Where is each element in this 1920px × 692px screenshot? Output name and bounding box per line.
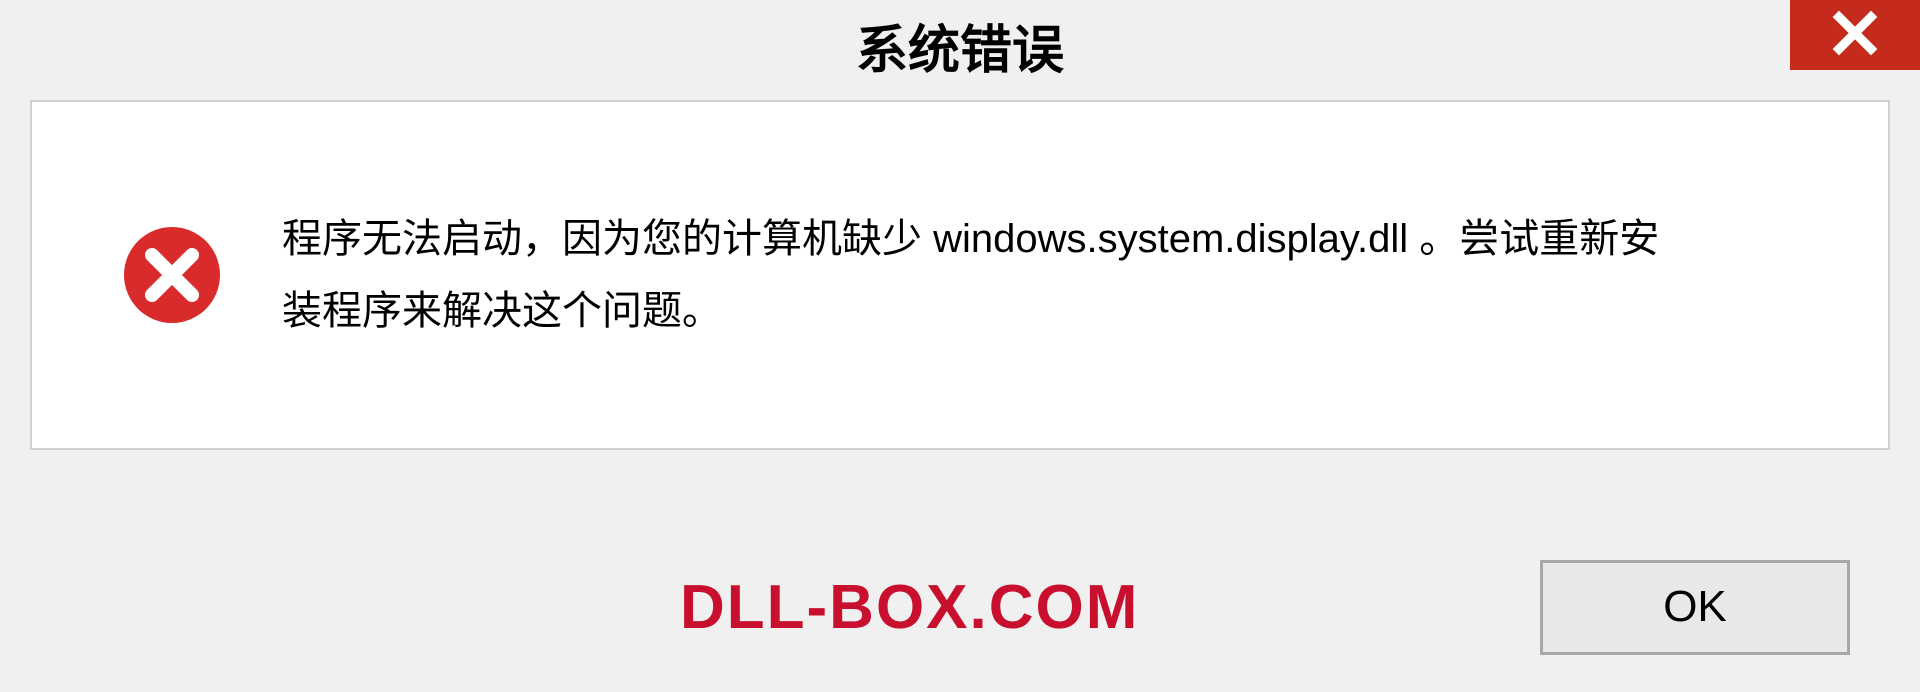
close-button[interactable] xyxy=(1790,0,1920,70)
watermark-text: DLL-BOX.COM xyxy=(680,572,1139,643)
error-message: 程序无法启动，因为您的计算机缺少 windows.system.display.… xyxy=(282,203,1682,347)
close-icon xyxy=(1831,9,1879,62)
ok-button[interactable]: OK xyxy=(1540,560,1850,655)
ok-button-label: OK xyxy=(1663,582,1727,632)
content-panel: 程序无法启动，因为您的计算机缺少 windows.system.display.… xyxy=(30,100,1890,450)
dialog-footer: DLL-BOX.COM OK xyxy=(30,542,1890,672)
titlebar: 系统错误 xyxy=(0,0,1920,90)
dialog-title: 系统错误 xyxy=(856,8,1064,83)
error-icon xyxy=(122,225,222,325)
